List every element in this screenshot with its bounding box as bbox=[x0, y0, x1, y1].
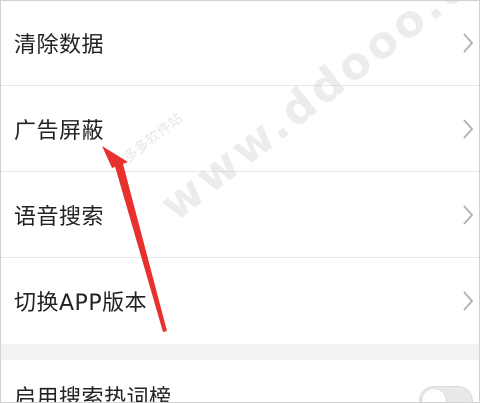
section-divider bbox=[1, 344, 479, 360]
chevron-right-icon bbox=[463, 204, 474, 225]
settings-item-ad-block[interactable]: 广告屏蔽 bbox=[1, 86, 479, 172]
toggle-knob bbox=[422, 389, 446, 402]
chevron-right-icon bbox=[463, 291, 474, 311]
settings-item-label: 广告屏蔽 bbox=[14, 118, 105, 144]
settings-item-label: 语音搜索 bbox=[14, 204, 105, 230]
settings-item-label: 清除数据 bbox=[14, 33, 105, 58]
hot-words-toggle[interactable] bbox=[419, 386, 473, 402]
settings-item-switch-app-version[interactable]: 切换APP版本 bbox=[1, 258, 479, 344]
app-screen: 清除数据 广告屏蔽 语音搜索 切换APP版本 启用搜索热词榜 多多软件站 www… bbox=[0, 0, 480, 403]
chevron-right-icon bbox=[463, 118, 474, 139]
settings-item-voice-search[interactable]: 语音搜索 bbox=[1, 172, 479, 258]
settings-item-clear-data[interactable]: 清除数据 bbox=[1, 1, 479, 86]
settings-item-label: 切换APP版本 bbox=[14, 291, 148, 316]
settings-item-hot-words: 启用搜索热词榜 bbox=[1, 360, 479, 403]
settings-item-label: 启用搜索热词榜 bbox=[14, 386, 172, 403]
chevron-right-icon bbox=[463, 33, 474, 53]
settings-list: 清除数据 广告屏蔽 语音搜索 切换APP版本 bbox=[1, 1, 479, 344]
